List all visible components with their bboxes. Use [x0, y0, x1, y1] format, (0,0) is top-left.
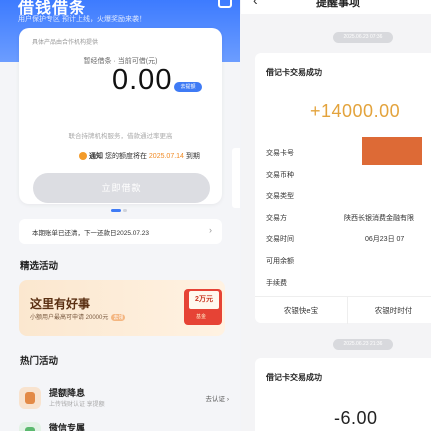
featured-section-title: 精选活动	[20, 261, 59, 272]
service-description: 联合持牌机构服务，借款通过率更高	[68, 133, 173, 140]
transaction-message[interactable]: 借记卡交易成功 -6.00	[255, 358, 431, 431]
available-amount: 0.00	[112, 64, 173, 96]
expiry-notice: 通知 您的额度将在 2025.07.14 到期	[79, 151, 200, 161]
quick-e-bao-button[interactable]: 农银快e宝	[255, 297, 347, 324]
notice-suffix: 到期	[185, 153, 200, 160]
masked-card-number	[362, 137, 422, 165]
envelope-label: 基金	[196, 314, 207, 320]
detail-row: 交易卡号	[266, 150, 294, 157]
detail-row: 交易币种人	[266, 172, 294, 179]
activity-subtitle: 上传钱财认证 享提额	[49, 402, 105, 408]
activity-item[interactable]: 微信专属	[19, 418, 229, 431]
message-icon[interactable]	[218, 0, 232, 8]
raise-limit-button[interactable]: 去提额	[174, 82, 202, 92]
message-title: 借记卡交易成功	[266, 68, 322, 77]
carousel-indicator	[111, 202, 129, 220]
nav-bar: ‹ 提醒事项	[241, 0, 431, 14]
borrow-app-panel: 借钱借条 用户保护专区 预计上线，火爆奖励来袭！ 具体产品由合作机构提供 暂经借…	[0, 0, 240, 431]
notice-prefix: 通知	[89, 153, 103, 160]
chevron-right-icon: ›	[209, 225, 212, 235]
page-title: 提醒事项	[316, 0, 360, 9]
hot-section-title: 热门活动	[20, 356, 59, 367]
hero-subtitle[interactable]: 用户保护专区 预计上线，火爆奖励来袭！	[18, 14, 146, 24]
message-timestamp: 2025.06.23 21:36	[333, 339, 393, 350]
promo-title: 这里有好事	[30, 297, 91, 311]
borrow-now-button[interactable]: 立即借款	[33, 173, 210, 203]
instant-pay-button[interactable]: 农银时时付	[347, 297, 431, 324]
promo-banner[interactable]: 这里有好事 小额用户最高可申请 20000元 去领 2万元 基金	[19, 280, 225, 336]
credit-card-panel: 具体产品由合作机构提供 暂经借条 · 当前可借(元) 0.00 去提额 联合持牌…	[19, 28, 222, 204]
message-actions: 农银快e宝 农银时时付	[255, 296, 431, 324]
detail-row: 交易方 陕西长银消费金融有限	[266, 215, 414, 222]
back-icon[interactable]: ‹	[253, 0, 258, 8]
activity-title: 微信专属	[49, 423, 86, 431]
activity-item[interactable]: 提额降息 上传钱财认证 享提额 去认证 ›	[19, 383, 229, 413]
activity-title: 提额降息	[49, 388, 86, 398]
promo-subtitle: 小额用户最高可申请 20000元 去领	[30, 314, 126, 321]
detail-row: 交易时间 06月23日 07	[266, 236, 405, 243]
promo-tag[interactable]: 去领	[111, 314, 126, 321]
bill-status-text: 本期账单已还清，下一还款日2025.07.23	[32, 230, 150, 237]
detail-row: 可用余额150	[266, 258, 294, 265]
provider-note: 具体产品由合作机构提供	[32, 40, 99, 46]
wechat-icon	[19, 422, 41, 431]
notice-text: 您的额度将在	[104, 153, 147, 160]
message-timestamp: 2025.06.23 07:36	[333, 32, 393, 43]
notice-date: 2025.07.14	[148, 153, 184, 160]
activity-link[interactable]: 去认证 ›	[206, 393, 229, 403]
bill-status-row[interactable]: 本期账单已还清，下一还款日2025.07.23 ›	[19, 219, 222, 244]
transaction-amount: -6.00	[334, 408, 378, 428]
carousel-dot	[123, 209, 127, 213]
transaction-amount: +14000.00	[310, 101, 401, 121]
transaction-message[interactable]: 借记卡交易成功 +14000.00 交易卡号 交易币种人 交易类型 交易方陕西长…	[255, 53, 431, 324]
bank-reminders-panel: ‹ 提醒事项 2025.06.23 07:36 借记卡交易成功 +14000.0…	[241, 0, 431, 431]
detail-row: 交易类型	[266, 193, 294, 200]
message-title: 借记卡交易成功	[266, 373, 322, 382]
carousel-dot-active	[111, 209, 121, 213]
detail-row: 手续费	[266, 280, 287, 287]
envelope-amount: 2万元	[189, 291, 219, 309]
next-card-peek[interactable]	[232, 148, 240, 208]
notice-icon	[79, 152, 87, 161]
bag-icon	[19, 387, 41, 409]
